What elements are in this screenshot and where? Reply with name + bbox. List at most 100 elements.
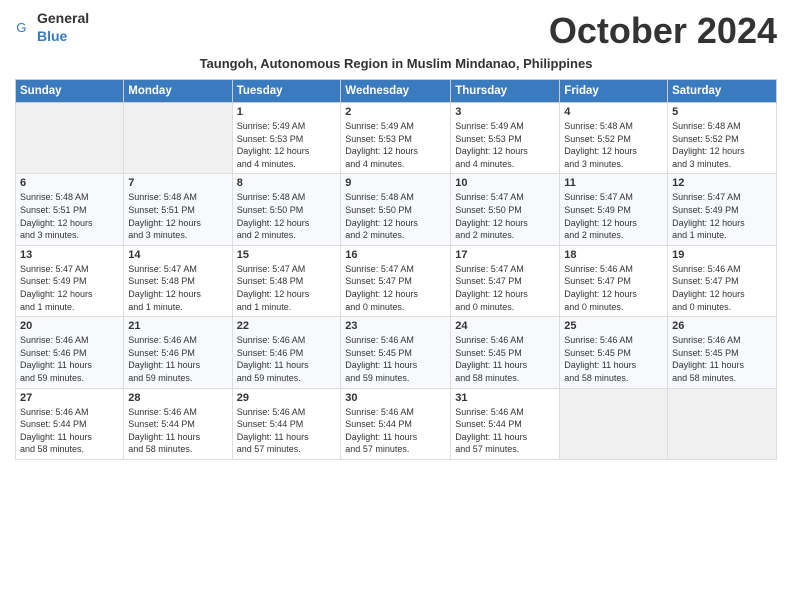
day-info: Sunrise: 5:46 AM Sunset: 5:46 PM Dayligh… (237, 334, 337, 384)
day-number: 24 (455, 320, 555, 332)
subtitle: Taungoh, Autonomous Region in Muslim Min… (15, 56, 777, 71)
logo-icon: G (15, 19, 33, 37)
day-number: 22 (237, 320, 337, 332)
calendar-cell: 25 Sunrise: 5:46 AM Sunset: 5:45 PM Dayli… (560, 317, 668, 388)
header-tuesday: Tuesday (232, 80, 341, 103)
day-number: 21 (128, 320, 227, 332)
header: G General Blue October 2024 (15, 10, 777, 52)
calendar-cell: 12 Sunrise: 5:47 AM Sunset: 5:49 PM Dayli… (668, 174, 777, 245)
day-number: 27 (20, 392, 119, 404)
day-number: 6 (20, 177, 119, 189)
calendar-table: Sunday Monday Tuesday Wednesday Thursday… (15, 79, 777, 460)
calendar-week-5: 27 Sunrise: 5:46 AM Sunset: 5:44 PM Dayli… (16, 388, 777, 459)
calendar-cell: 18 Sunrise: 5:46 AM Sunset: 5:47 PM Dayli… (560, 245, 668, 316)
day-info: Sunrise: 5:48 AM Sunset: 5:52 PM Dayligh… (564, 120, 663, 170)
day-info: Sunrise: 5:46 AM Sunset: 5:46 PM Dayligh… (20, 334, 119, 384)
header-friday: Friday (560, 80, 668, 103)
day-info: Sunrise: 5:47 AM Sunset: 5:48 PM Dayligh… (237, 263, 337, 313)
day-number: 4 (564, 106, 663, 118)
day-info: Sunrise: 5:48 AM Sunset: 5:52 PM Dayligh… (672, 120, 772, 170)
calendar-cell (16, 103, 124, 174)
day-info: Sunrise: 5:47 AM Sunset: 5:49 PM Dayligh… (20, 263, 119, 313)
day-number: 29 (237, 392, 337, 404)
day-number: 25 (564, 320, 663, 332)
day-info: Sunrise: 5:47 AM Sunset: 5:47 PM Dayligh… (345, 263, 446, 313)
day-info: Sunrise: 5:47 AM Sunset: 5:49 PM Dayligh… (672, 191, 772, 241)
calendar-week-4: 20 Sunrise: 5:46 AM Sunset: 5:46 PM Dayli… (16, 317, 777, 388)
calendar-cell: 3Sunrise: 5:49 AM Sunset: 5:53 PM Daylig… (451, 103, 560, 174)
logo-general: General (37, 10, 89, 26)
day-number: 10 (455, 177, 555, 189)
calendar-week-3: 13 Sunrise: 5:47 AM Sunset: 5:49 PM Dayli… (16, 245, 777, 316)
day-number: 9 (345, 177, 446, 189)
calendar-cell (560, 388, 668, 459)
calendar-cell: 11 Sunrise: 5:47 AM Sunset: 5:49 PM Dayli… (560, 174, 668, 245)
month-title: October 2024 (549, 10, 777, 52)
day-number: 16 (345, 249, 446, 261)
day-info: Sunrise: 5:47 AM Sunset: 5:49 PM Dayligh… (564, 191, 663, 241)
calendar-cell: 21 Sunrise: 5:46 AM Sunset: 5:46 PM Dayli… (124, 317, 232, 388)
day-number: 17 (455, 249, 555, 261)
calendar-cell: 7Sunrise: 5:48 AM Sunset: 5:51 PM Daylig… (124, 174, 232, 245)
calendar-cell: 24 Sunrise: 5:46 AM Sunset: 5:45 PM Dayli… (451, 317, 560, 388)
calendar-cell (668, 388, 777, 459)
calendar-cell (124, 103, 232, 174)
calendar-week-1: 1Sunrise: 5:49 AM Sunset: 5:53 PM Daylig… (16, 103, 777, 174)
day-number: 30 (345, 392, 446, 404)
day-info: Sunrise: 5:46 AM Sunset: 5:45 PM Dayligh… (564, 334, 663, 384)
calendar-cell: 2Sunrise: 5:49 AM Sunset: 5:53 PM Daylig… (341, 103, 451, 174)
day-number: 20 (20, 320, 119, 332)
calendar-cell: 8 Sunrise: 5:48 AM Sunset: 5:50 PM Daylig… (232, 174, 341, 245)
day-number: 31 (455, 392, 555, 404)
day-info: Sunrise: 5:46 AM Sunset: 5:44 PM Dayligh… (345, 406, 446, 456)
calendar-cell: 28Sunrise: 5:46 AM Sunset: 5:44 PM Dayli… (124, 388, 232, 459)
day-info: Sunrise: 5:46 AM Sunset: 5:45 PM Dayligh… (672, 334, 772, 384)
day-number: 2 (345, 106, 446, 118)
day-number: 5 (672, 106, 772, 118)
day-info: Sunrise: 5:49 AM Sunset: 5:53 PM Dayligh… (237, 120, 337, 170)
day-info: Sunrise: 5:49 AM Sunset: 5:53 PM Dayligh… (455, 120, 555, 170)
day-info: Sunrise: 5:46 AM Sunset: 5:44 PM Dayligh… (455, 406, 555, 456)
day-info: Sunrise: 5:46 AM Sunset: 5:47 PM Dayligh… (672, 263, 772, 313)
day-info: Sunrise: 5:46 AM Sunset: 5:46 PM Dayligh… (128, 334, 227, 384)
calendar-cell: 4 Sunrise: 5:48 AM Sunset: 5:52 PM Daylig… (560, 103, 668, 174)
day-info: Sunrise: 5:48 AM Sunset: 5:51 PM Dayligh… (128, 191, 227, 241)
calendar-cell: 27 Sunrise: 5:46 AM Sunset: 5:44 PM Dayli… (16, 388, 124, 459)
calendar-cell: 20 Sunrise: 5:46 AM Sunset: 5:46 PM Dayli… (16, 317, 124, 388)
day-info: Sunrise: 5:46 AM Sunset: 5:47 PM Dayligh… (564, 263, 663, 313)
calendar-cell: 14Sunrise: 5:47 AM Sunset: 5:48 PM Dayli… (124, 245, 232, 316)
calendar-cell: 13 Sunrise: 5:47 AM Sunset: 5:49 PM Dayli… (16, 245, 124, 316)
logo-blue: Blue (37, 28, 67, 44)
calendar-cell: 5 Sunrise: 5:48 AM Sunset: 5:52 PM Daylig… (668, 103, 777, 174)
calendar-cell: 19 Sunrise: 5:46 AM Sunset: 5:47 PM Dayli… (668, 245, 777, 316)
header-saturday: Saturday (668, 80, 777, 103)
calendar-body: 1Sunrise: 5:49 AM Sunset: 5:53 PM Daylig… (16, 103, 777, 460)
day-number: 8 (237, 177, 337, 189)
day-info: Sunrise: 5:46 AM Sunset: 5:44 PM Dayligh… (128, 406, 227, 456)
day-info: Sunrise: 5:46 AM Sunset: 5:44 PM Dayligh… (20, 406, 119, 456)
calendar-cell: 17 Sunrise: 5:47 AM Sunset: 5:47 PM Dayli… (451, 245, 560, 316)
calendar-cell: 16 Sunrise: 5:47 AM Sunset: 5:47 PM Dayli… (341, 245, 451, 316)
day-info: Sunrise: 5:46 AM Sunset: 5:44 PM Dayligh… (237, 406, 337, 456)
day-info: Sunrise: 5:48 AM Sunset: 5:50 PM Dayligh… (237, 191, 337, 241)
day-number: 15 (237, 249, 337, 261)
calendar-cell: 9Sunrise: 5:48 AM Sunset: 5:50 PM Daylig… (341, 174, 451, 245)
day-number: 23 (345, 320, 446, 332)
day-info: Sunrise: 5:47 AM Sunset: 5:50 PM Dayligh… (455, 191, 555, 241)
day-number: 18 (564, 249, 663, 261)
day-number: 12 (672, 177, 772, 189)
calendar-cell: 15 Sunrise: 5:47 AM Sunset: 5:48 PM Dayli… (232, 245, 341, 316)
calendar-cell: 10 Sunrise: 5:47 AM Sunset: 5:50 PM Dayli… (451, 174, 560, 245)
calendar-header-row: Sunday Monday Tuesday Wednesday Thursday… (16, 80, 777, 103)
calendar-cell: 1Sunrise: 5:49 AM Sunset: 5:53 PM Daylig… (232, 103, 341, 174)
day-info: Sunrise: 5:47 AM Sunset: 5:47 PM Dayligh… (455, 263, 555, 313)
logo: G General Blue (15, 10, 89, 46)
day-number: 19 (672, 249, 772, 261)
day-number: 13 (20, 249, 119, 261)
calendar-cell: 29 Sunrise: 5:46 AM Sunset: 5:44 PM Dayli… (232, 388, 341, 459)
day-info: Sunrise: 5:46 AM Sunset: 5:45 PM Dayligh… (455, 334, 555, 384)
day-info: Sunrise: 5:46 AM Sunset: 5:45 PM Dayligh… (345, 334, 446, 384)
day-number: 11 (564, 177, 663, 189)
svg-text:G: G (16, 20, 26, 35)
header-wednesday: Wednesday (341, 80, 451, 103)
